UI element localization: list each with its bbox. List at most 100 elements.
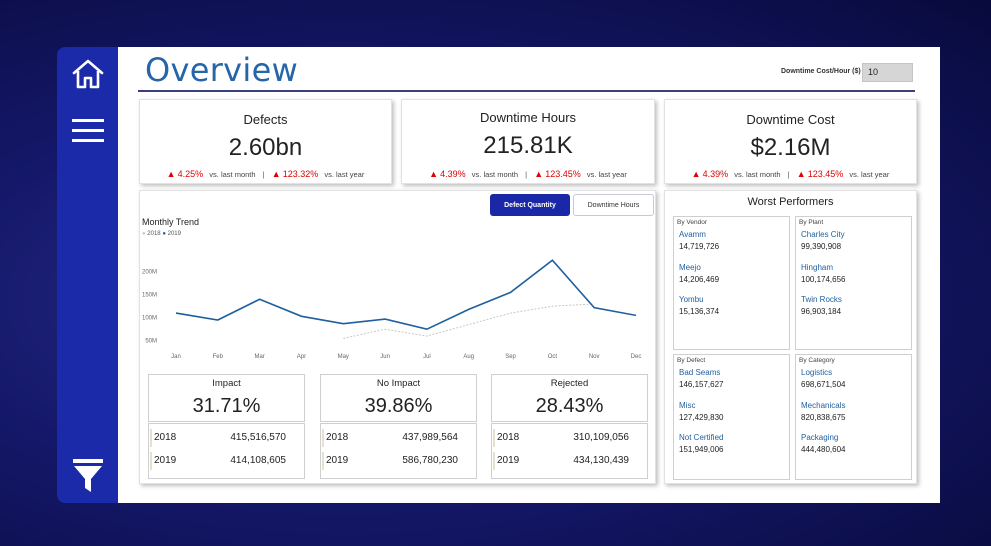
worst-performers-panel: Worst Performers By Vendor Avamm 14,719,7… — [664, 190, 917, 484]
kpi-mom-label: vs. last month — [734, 170, 781, 179]
kpi-mom-change: 4.39% — [440, 169, 466, 179]
row-value: 415,516,570 — [230, 432, 286, 443]
metric-title: Impact — [212, 378, 241, 389]
item-value: 151,949,006 — [679, 445, 724, 454]
worst-by-vendor: By Vendor Avamm 14,719,726 Meejo 14,206,46… — [673, 216, 790, 350]
list-item[interactable]: Not Certified 151,949,006 — [679, 433, 724, 454]
list-item[interactable]: Hingham 100,174,656 — [801, 263, 846, 284]
filter-icon[interactable] — [70, 457, 106, 493]
item-name[interactable]: Not Certified — [679, 433, 724, 442]
row-value: 310,109,056 — [573, 432, 629, 443]
x-tick-label: Aug — [463, 354, 474, 360]
metric-title: No Impact — [376, 378, 421, 389]
metric-no-impact: No Impact 39.86% — [320, 374, 477, 422]
row-year: 2018 — [326, 432, 349, 443]
up-arrow-icon: ▲ — [534, 169, 544, 179]
kpi-value: $2.16M — [750, 134, 831, 161]
item-name[interactable]: Avamm — [679, 230, 719, 239]
kpi-title: Downtime Cost — [746, 112, 835, 127]
chart-title: Monthly Trend — [142, 217, 200, 227]
table-row: 2019 414,108,605 — [149, 449, 304, 473]
row-value: 434,130,439 — [573, 455, 629, 466]
table-row: 2018 415,516,570 — [149, 426, 304, 450]
monthly-trend-chart: 50M 100M 150M 200M Jan Feb Mar Apr May Jun Jul Aug S… — [142, 259, 642, 360]
up-arrow-icon: ▲ — [166, 169, 176, 179]
list-item[interactable]: Logistics 698,671,504 — [801, 368, 846, 389]
x-tick-label: Dec — [631, 354, 642, 360]
series-line-2019[interactable] — [175, 259, 637, 331]
x-tick-label: Oct — [548, 354, 558, 360]
x-tick-label: Apr — [297, 354, 306, 360]
group-heading: By Vendor — [677, 219, 707, 226]
worst-performers-title: Worst Performers — [747, 196, 834, 208]
downtime-hours-button[interactable]: Downtime Hours — [573, 194, 654, 216]
x-tick-label: Jun — [380, 354, 390, 360]
y-tick-label: 100M — [142, 316, 157, 322]
x-tick-label: Nov — [589, 354, 600, 360]
legend-marker-2019: ● — [162, 231, 166, 237]
item-name[interactable]: Misc — [679, 401, 724, 410]
kpi-card-defects: Defects 2.60bn ▲ 4.25% vs. last month | … — [139, 99, 392, 184]
row-value: 414,108,605 — [230, 455, 286, 466]
item-value: 698,671,504 — [801, 380, 846, 389]
item-name[interactable]: Packaging — [801, 433, 846, 442]
item-name[interactable]: Yombu — [679, 295, 719, 304]
list-item[interactable]: Avamm 14,719,726 — [679, 230, 719, 251]
list-item[interactable]: Twin Rocks 96,903,184 — [801, 295, 842, 316]
kpi-yoy-change: 123.32% — [282, 169, 319, 179]
list-item[interactable]: Packaging 444,480,604 — [801, 433, 846, 454]
list-item[interactable]: Charles City 99,390,908 — [801, 230, 845, 251]
item-name[interactable]: Meejo — [679, 263, 719, 272]
defect-quantity-button[interactable]: Defect Quantity — [490, 194, 570, 216]
list-item[interactable]: Misc 127,429,830 — [679, 401, 724, 422]
item-value: 15,136,374 — [679, 307, 720, 316]
kpi-yoy-label: vs. last year — [324, 170, 365, 179]
row-marker — [493, 429, 495, 447]
metric-value: 31.71% — [192, 395, 261, 417]
legend-marker-2018: ● — [142, 231, 146, 237]
x-tick-label: Jan — [171, 354, 181, 360]
home-icon[interactable] — [70, 56, 106, 92]
y-tick-label: 150M — [142, 293, 157, 299]
item-value: 14,719,726 — [679, 242, 720, 251]
metric-no-impact-table: 2018 437,989,564 2019 586,780,230 — [320, 423, 477, 479]
title-divider — [138, 90, 915, 92]
list-item[interactable]: Meejo 14,206,469 — [679, 263, 719, 284]
kpi-yoy-label: vs. last year — [849, 170, 890, 179]
up-arrow-icon: ▲ — [691, 169, 701, 179]
row-year: 2018 — [497, 432, 520, 443]
metric-title: Rejected — [550, 378, 589, 389]
row-marker — [150, 452, 152, 470]
table-row: 2019 434,130,439 — [492, 449, 647, 473]
worst-by-plant: By Plant Charles City 99,390,908 Hingham 1… — [795, 216, 912, 350]
row-marker — [493, 452, 495, 470]
list-item[interactable]: Mechanicals 820,838,675 — [801, 401, 846, 422]
row-year: 2018 — [154, 432, 177, 443]
kpi-yoy-change: 123.45% — [545, 169, 581, 179]
kpi-separator: | — [787, 170, 790, 179]
menu-icon[interactable] — [70, 113, 106, 149]
worst-by-category: By Category Logistics 698,671,504 Mechani… — [795, 354, 912, 480]
list-item[interactable]: Yombu 15,136,374 — [679, 295, 719, 316]
group-heading: By Defect — [677, 357, 706, 364]
item-name[interactable]: Bad Seams — [679, 368, 724, 377]
item-name[interactable]: Logistics — [801, 368, 846, 377]
kpi-change: ▲ 4.39% vs. last month | ▲ 123.45% vs. l… — [665, 169, 916, 179]
x-tick-label: Feb — [213, 354, 224, 360]
row-marker — [322, 452, 324, 470]
kpi-mom-change: 4.25% — [177, 169, 204, 179]
item-name[interactable]: Mechanicals — [801, 401, 846, 410]
item-name[interactable]: Twin Rocks — [801, 295, 842, 304]
worst-by-defect: By Defect Bad Seams 146,157,627 Misc 127,4… — [673, 354, 790, 480]
kpi-mom-label: vs. last month — [209, 170, 256, 179]
item-value: 127,429,830 — [679, 413, 724, 422]
table-row: 2018 437,989,564 — [321, 426, 476, 450]
metric-rejected: Rejected 28.43% — [491, 374, 648, 422]
up-arrow-icon: ▲ — [271, 169, 281, 179]
item-name[interactable]: Charles City — [801, 230, 845, 239]
item-value: 99,390,908 — [801, 242, 842, 251]
list-item[interactable]: Bad Seams 146,157,627 — [679, 368, 724, 389]
item-name[interactable]: Hingham — [801, 263, 846, 272]
legend-label-2018: 2018 — [147, 231, 161, 237]
downtime-cost-param-input[interactable]: 10 — [862, 63, 913, 82]
